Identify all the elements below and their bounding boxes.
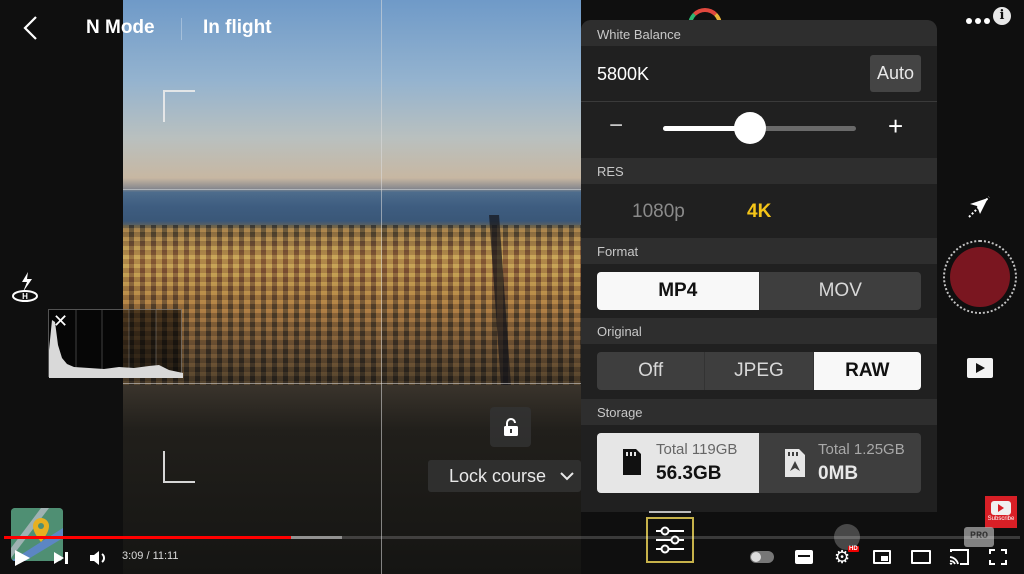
grid-line-horizontal-top (123, 189, 581, 190)
back-button[interactable] (20, 14, 42, 42)
sd-card-icon (623, 449, 641, 475)
res-option-1080p[interactable]: 1080p (632, 201, 685, 223)
res-option-4k[interactable]: 4K (747, 201, 771, 223)
focus-frame-top-left (163, 90, 195, 122)
dot-icon (966, 18, 972, 24)
internal-free: 0MB (818, 463, 859, 484)
info-icon[interactable]: i (993, 7, 1011, 25)
more-options-button[interactable] (966, 18, 990, 24)
white-balance-value: 5800K (597, 64, 650, 84)
playback-button[interactable] (967, 358, 993, 378)
internal-storage-icon (785, 449, 805, 477)
grid-line-horizontal-bottom (123, 383, 581, 384)
dot-icon (975, 18, 981, 24)
flight-route-button[interactable] (966, 194, 992, 225)
youtube-logo-icon (991, 501, 1011, 515)
original-option-jpeg[interactable]: JPEG (704, 352, 812, 390)
skip-next-icon (54, 552, 68, 564)
close-histogram-icon[interactable]: ✕ (53, 312, 68, 330)
storage-option-sd-card[interactable]: Total 119GB 56.3GB (597, 433, 759, 493)
original-option-off[interactable]: Off (597, 352, 704, 390)
internal-total: Total 1.25GB (818, 441, 905, 458)
subscribe-label: Subscribe (987, 516, 1015, 522)
histogram-graph (49, 310, 183, 378)
chevron-left-icon (23, 16, 37, 40)
navigation-arrow-icon (968, 196, 990, 218)
record-indicator (950, 247, 1010, 307)
video-progress-played (4, 536, 291, 539)
captions-icon (798, 555, 810, 557)
storage-selector: Total 119GB 56.3GB Total 1.25GB 0MB (597, 433, 921, 493)
format-option-mp4[interactable]: MP4 (597, 272, 759, 310)
miniplayer-button[interactable] (873, 550, 891, 564)
format-option-mov[interactable]: MOV (758, 272, 922, 310)
cast-button[interactable] (949, 549, 969, 570)
decrease-button[interactable]: − (609, 112, 623, 140)
video-time: 3:09 / 11:11 (122, 550, 179, 562)
white-balance-auto-button[interactable]: Auto (870, 55, 921, 92)
storage-option-internal[interactable]: Total 1.25GB 0MB (759, 433, 921, 493)
grid-line-vertical (381, 0, 382, 574)
hd-badge: HD (848, 546, 859, 552)
theater-mode-button[interactable] (911, 550, 931, 564)
divider (581, 101, 937, 102)
fullscreen-button[interactable] (989, 549, 1007, 570)
focus-frame-bottom-left (163, 451, 195, 483)
lock-course-label: Lock course (449, 465, 547, 486)
settings-toggle-button[interactable] (646, 517, 694, 563)
autoplay-toggle[interactable] (750, 551, 774, 563)
autoplay-toggle-knob (751, 552, 761, 562)
play-icon (15, 550, 30, 566)
record-button[interactable] (943, 240, 1017, 314)
fullscreen-icon (989, 549, 1007, 565)
unlocked-padlock-icon (503, 418, 518, 436)
res-header (581, 158, 937, 184)
miniplayer-icon (881, 556, 888, 561)
cast-icon (949, 549, 969, 565)
volume-icon (90, 551, 105, 565)
white-balance-slider-thumb[interactable] (733, 112, 766, 144)
sliders-icon (656, 526, 684, 554)
volume-button[interactable] (90, 550, 108, 571)
original-option-raw[interactable]: RAW (812, 352, 921, 390)
panel-tab-indicator (649, 511, 691, 513)
top-bar-divider (181, 18, 182, 40)
svg-text:H: H (22, 292, 28, 301)
format-segmented-control: MP4 MOV (597, 272, 921, 310)
camera-settings-panel: White Balance 5800K Auto − + RES 1080p 4… (581, 20, 937, 512)
flight-status-label: In flight (203, 17, 272, 38)
original-label: Original (597, 324, 642, 339)
lock-course-dropdown[interactable]: Lock course (428, 460, 581, 492)
chevron-down-icon (560, 471, 574, 480)
flight-mode-label[interactable]: N Mode (86, 17, 155, 39)
white-balance-label: White Balance (597, 27, 681, 42)
dot-icon (984, 18, 990, 24)
city-texture (123, 225, 581, 385)
sd-card-total: Total 119GB (656, 441, 738, 458)
sd-card-free: 56.3GB (656, 463, 722, 484)
return-home-icon: H (12, 272, 38, 302)
histogram: ✕ (48, 309, 183, 378)
next-button[interactable] (53, 550, 69, 571)
lock-course-lock-button[interactable] (490, 407, 531, 447)
res-label: RES (597, 164, 624, 179)
increase-button[interactable]: + (888, 111, 903, 142)
format-label: Format (597, 244, 639, 259)
play-button[interactable] (12, 548, 32, 573)
original-segmented-control: Off JPEG RAW (597, 352, 921, 390)
return-to-home-button[interactable]: H (10, 270, 40, 309)
play-icon (976, 363, 985, 373)
subscribe-button[interactable]: Subscribe (985, 496, 1017, 528)
storage-label: Storage (597, 405, 643, 420)
captions-button[interactable] (795, 550, 813, 564)
